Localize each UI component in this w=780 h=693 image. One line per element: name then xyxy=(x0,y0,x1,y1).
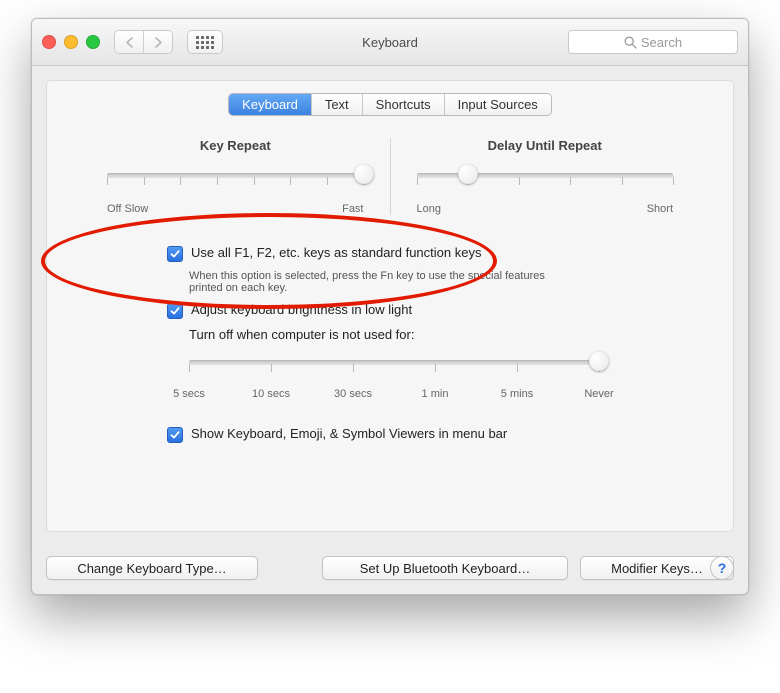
fn-keys-checkbox[interactable] xyxy=(167,246,183,262)
fn-keys-help: When this option is selected, press the … xyxy=(189,270,549,294)
setup-bluetooth-keyboard-button[interactable]: Set Up Bluetooth Keyboard… xyxy=(322,556,568,580)
options-list: Use all F1, F2, etc. keys as standard fu… xyxy=(47,225,733,521)
keyboard-panel: Keyboard Text Shortcuts Input Sources Ke… xyxy=(46,80,734,532)
preferences-window: Keyboard Search Keyboard Text Shortcuts … xyxy=(31,18,749,595)
bottom-toolbar: Change Keyboard Type… Set Up Bluetooth K… xyxy=(32,546,748,594)
window-controls xyxy=(42,35,100,49)
titlebar: Keyboard Search xyxy=(32,19,748,66)
auto-brightness-checkbox[interactable] xyxy=(167,303,183,319)
show-viewers-row: Show Keyboard, Emoji, & Symbol Viewers i… xyxy=(167,426,673,443)
turnoff-stop-2: 30 secs xyxy=(334,388,372,400)
slider-knob[interactable] xyxy=(589,351,609,371)
tab-text[interactable]: Text xyxy=(311,94,362,115)
tab-keyboard[interactable]: Keyboard xyxy=(229,94,311,115)
show-viewers-checkbox[interactable] xyxy=(167,427,183,443)
turnoff-stop-1: 10 secs xyxy=(252,388,290,400)
turnoff-slider-section: 5 secs 10 secs 30 secs 1 min 5 mins Neve… xyxy=(189,350,599,402)
key-repeat-min-label: Off Slow xyxy=(107,203,148,215)
fn-keys-row: Use all F1, F2, etc. keys as standard fu… xyxy=(167,245,673,262)
grid-icon xyxy=(188,31,222,53)
slider-knob[interactable] xyxy=(354,164,374,184)
repeat-sliders: Key Repeat Off Slow xyxy=(47,138,733,225)
turnoff-slider[interactable] xyxy=(189,350,599,384)
help-button[interactable]: ? xyxy=(710,556,734,580)
delay-max-label: Short xyxy=(647,203,673,215)
back-button[interactable] xyxy=(115,31,143,53)
turnoff-stop-4: 5 mins xyxy=(501,388,533,400)
key-repeat-title: Key Repeat xyxy=(107,138,364,153)
zoom-window-button[interactable] xyxy=(86,35,100,49)
delay-until-repeat-section: Delay Until Repeat Long Short xyxy=(397,138,694,215)
turnoff-stop-3: 1 min xyxy=(422,388,449,400)
search-icon xyxy=(624,36,637,49)
nav-back-forward xyxy=(114,30,173,54)
forward-button[interactable] xyxy=(143,31,172,53)
slider-knob[interactable] xyxy=(458,164,478,184)
search-input[interactable]: Search xyxy=(568,30,738,54)
minimize-window-button[interactable] xyxy=(64,35,78,49)
key-repeat-slider[interactable] xyxy=(107,163,364,199)
change-keyboard-type-button[interactable]: Change Keyboard Type… xyxy=(46,556,258,580)
close-window-button[interactable] xyxy=(42,35,56,49)
auto-brightness-row: Adjust keyboard brightness in low light xyxy=(167,302,673,319)
search-placeholder: Search xyxy=(641,35,682,50)
delay-until-repeat-title: Delay Until Repeat xyxy=(417,138,674,153)
turnoff-stop-5: Never xyxy=(584,388,613,400)
fn-keys-label: Use all F1, F2, etc. keys as standard fu… xyxy=(191,245,481,260)
tab-input-sources[interactable]: Input Sources xyxy=(444,94,551,115)
tab-shortcuts[interactable]: Shortcuts xyxy=(362,94,444,115)
show-all-button[interactable] xyxy=(187,30,223,54)
vertical-divider xyxy=(390,138,391,215)
key-repeat-section: Key Repeat Off Slow xyxy=(87,138,384,215)
show-viewers-label: Show Keyboard, Emoji, & Symbol Viewers i… xyxy=(191,426,507,441)
tab-bar: Keyboard Text Shortcuts Input Sources xyxy=(47,81,733,138)
turnoff-label: Turn off when computer is not used for: xyxy=(189,327,673,342)
content-area: Keyboard Text Shortcuts Input Sources Ke… xyxy=(32,66,748,546)
turnoff-stop-0: 5 secs xyxy=(173,388,205,400)
delay-until-repeat-slider[interactable] xyxy=(417,163,674,199)
key-repeat-max-label: Fast xyxy=(342,203,363,215)
auto-brightness-label: Adjust keyboard brightness in low light xyxy=(191,302,412,317)
delay-min-label: Long xyxy=(417,203,441,215)
